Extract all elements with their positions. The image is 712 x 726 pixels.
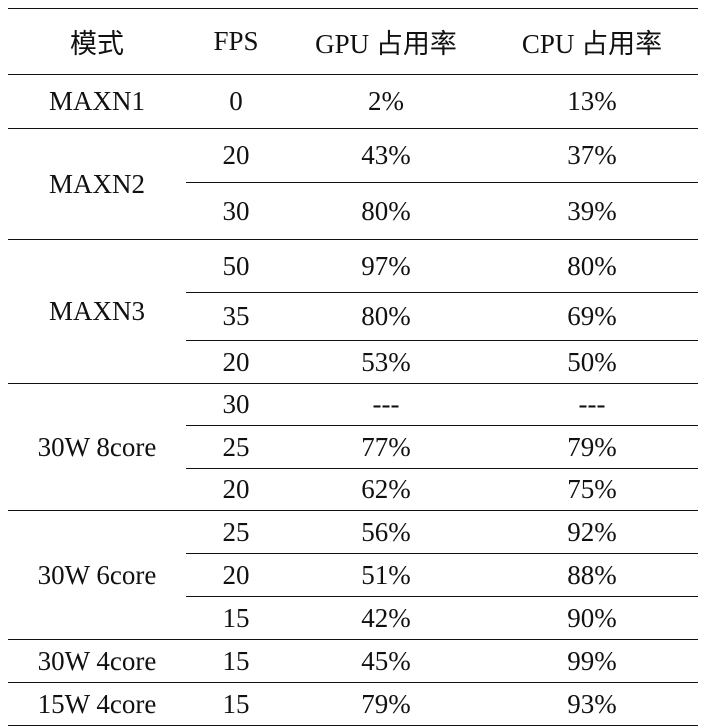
table-row: MAXN1 0 2% 13% bbox=[8, 74, 698, 129]
gpu-cell: 62% bbox=[286, 468, 486, 511]
table-row: 15W 4core 15 79% 93% bbox=[8, 682, 698, 726]
cpu-cell: --- bbox=[486, 383, 698, 426]
fps-cell: 30 bbox=[186, 182, 286, 240]
gpu-cell: 53% bbox=[286, 340, 486, 384]
cpu-cell: 93% bbox=[486, 682, 698, 726]
table-row: 30W 6core 25 56% 92% bbox=[8, 510, 698, 640]
table-row: 30W 8core 30 --- --- bbox=[8, 383, 698, 511]
cpu-cell: 88% bbox=[486, 553, 698, 597]
fps-cell: 15 bbox=[186, 639, 286, 683]
gpu-cell: 51% bbox=[286, 553, 486, 597]
gpu-cell: 79% bbox=[286, 682, 486, 726]
cpu-cell: 92% bbox=[486, 510, 698, 554]
cpu-cell: 99% bbox=[486, 639, 698, 683]
cpu-cell: 75% bbox=[486, 468, 698, 511]
mode-cell: 30W 8core bbox=[8, 383, 186, 511]
mode-cell: 30W 6core bbox=[8, 510, 186, 640]
fps-usage-table-container: 模式 FPS GPU 占用率 CPU 占用率 MAXN1 0 2% 13% MA… bbox=[8, 8, 698, 726]
fps-cell: 15 bbox=[186, 682, 286, 726]
gpu-cell: 45% bbox=[286, 639, 486, 683]
fps-cell: 35 bbox=[186, 292, 286, 341]
fps-cell: 20 bbox=[186, 553, 286, 597]
gpu-cell: 42% bbox=[286, 596, 486, 640]
header-row: 模式 FPS GPU 占用率 CPU 占用率 bbox=[8, 8, 698, 75]
gpu-cell: 2% bbox=[286, 74, 486, 129]
table-row: 30W 4core 15 45% 99% bbox=[8, 639, 698, 683]
gpu-cell: --- bbox=[286, 383, 486, 426]
fps-cell: 25 bbox=[186, 425, 286, 469]
fps-cell: 20 bbox=[186, 340, 286, 384]
header-cpu-usage: CPU 占用率 bbox=[486, 8, 698, 75]
cpu-cell: 79% bbox=[486, 425, 698, 469]
mode-cell: 30W 4core bbox=[8, 639, 186, 683]
fps-cell: 15 bbox=[186, 596, 286, 640]
fps-cell: 20 bbox=[186, 128, 286, 183]
fps-cell: 30 bbox=[186, 383, 286, 426]
fps-cell: 50 bbox=[186, 239, 286, 293]
cpu-cell: 39% bbox=[486, 182, 698, 240]
mode-cell: MAXN2 bbox=[8, 128, 186, 240]
mode-cell: 15W 4core bbox=[8, 682, 186, 726]
fps-cell: 20 bbox=[186, 468, 286, 511]
cpu-cell: 90% bbox=[486, 596, 698, 640]
mode-cell: MAXN1 bbox=[8, 74, 186, 129]
header-fps: FPS bbox=[186, 8, 286, 75]
cpu-cell: 13% bbox=[486, 74, 698, 129]
table-row: MAXN2 20 43% 37% bbox=[8, 128, 698, 240]
gpu-cell: 80% bbox=[286, 292, 486, 341]
fps-usage-table: 模式 FPS GPU 占用率 CPU 占用率 MAXN1 0 2% 13% MA… bbox=[8, 8, 698, 726]
mode-cell: MAXN3 bbox=[8, 239, 186, 384]
gpu-cell: 77% bbox=[286, 425, 486, 469]
cpu-cell: 69% bbox=[486, 292, 698, 341]
gpu-cell: 43% bbox=[286, 128, 486, 183]
fps-cell: 0 bbox=[186, 74, 286, 129]
gpu-cell: 80% bbox=[286, 182, 486, 240]
header-mode: 模式 bbox=[8, 8, 186, 75]
cpu-cell: 50% bbox=[486, 340, 698, 384]
header-gpu-usage: GPU 占用率 bbox=[286, 8, 486, 75]
gpu-cell: 97% bbox=[286, 239, 486, 293]
cpu-cell: 80% bbox=[486, 239, 698, 293]
fps-cell: 25 bbox=[186, 510, 286, 554]
table-row: MAXN3 50 97% 80% bbox=[8, 239, 698, 384]
cpu-cell: 37% bbox=[486, 128, 698, 183]
gpu-cell: 56% bbox=[286, 510, 486, 554]
